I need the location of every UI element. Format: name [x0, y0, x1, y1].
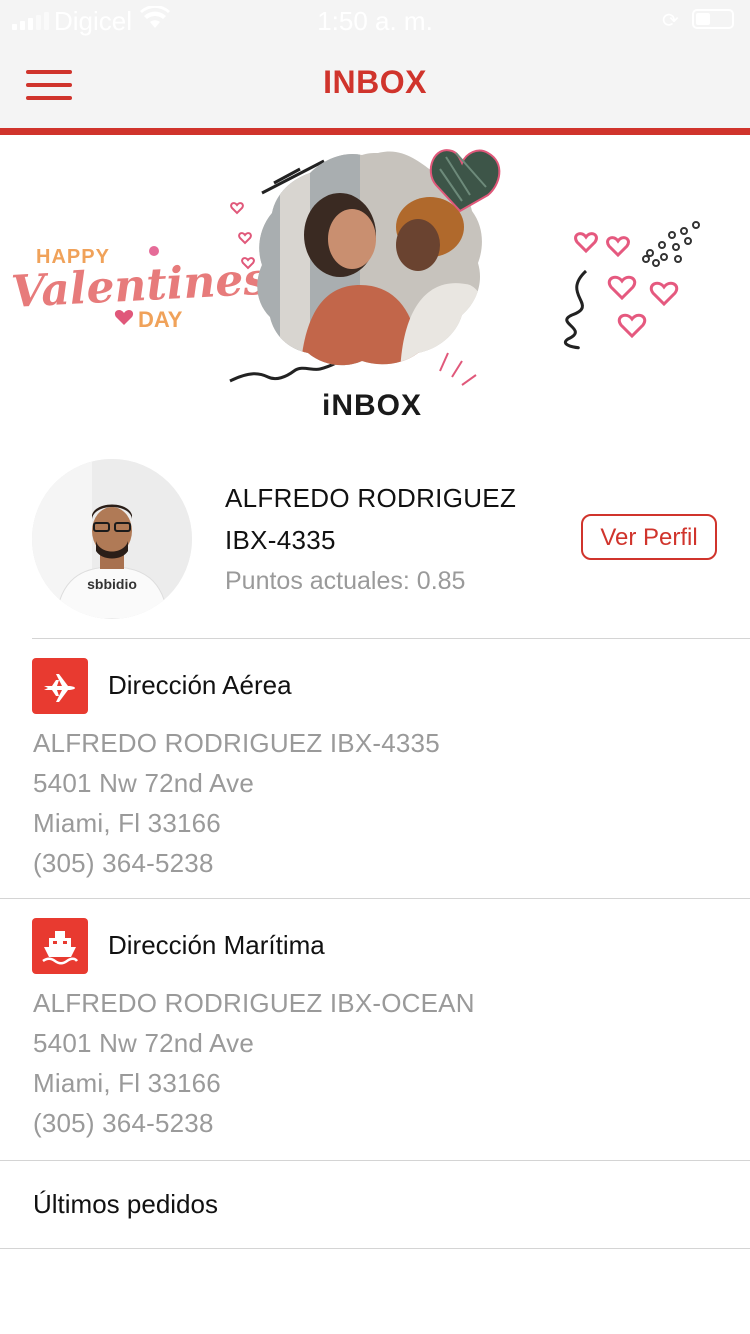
sea-address-line: ALFREDO RODRIGUEZ IBX-OCEAN [33, 988, 475, 1018]
sea-address-section: Dirección Marítima ALFREDO RODRIGUEZ IBX… [0, 918, 750, 1161]
hamburger-menu-icon[interactable] [26, 70, 74, 100]
svg-text:sbbidio: sbbidio [87, 576, 137, 592]
battery-icon [692, 9, 734, 29]
air-address-line: Miami, Fl 33166 [33, 808, 221, 838]
air-address-line: 5401 Nw 72nd Ave [33, 768, 255, 798]
navigation-bar: INBOX [0, 40, 750, 135]
clock: 1:50 a. m. [317, 6, 433, 36]
sea-address-title: Dirección Marítima [108, 930, 325, 960]
divider [32, 638, 750, 639]
ship-icon [32, 918, 88, 974]
ultimos-pedidos-row[interactable]: Últimos pedidos [0, 1161, 750, 1249]
happy-valentines-day-lettering: HAPPY Valentines DAY [10, 246, 269, 332]
orientation-lock-icon: ⟳ [662, 10, 679, 32]
page-title: INBOX [323, 64, 427, 100]
profile-name: ALFREDO RODRIGUEZ [225, 483, 517, 513]
status-bar: Digicel 1:50 a. m. ⟳ [0, 0, 750, 40]
heart-doodles-right [574, 232, 679, 339]
profile-code: IBX-4335 [225, 525, 336, 555]
svg-text:DAY: DAY [138, 307, 183, 332]
sea-address-line: (305) 364-5238 [33, 1108, 214, 1138]
ver-perfil-button[interactable]: Ver Perfil [581, 514, 717, 560]
air-address-section: Dirección Aérea ALFREDO RODRIGUEZ IBX-43… [0, 658, 750, 899]
sea-address-line: Miami, Fl 33166 [33, 1068, 221, 1098]
ultimos-pedidos-label: Últimos pedidos [33, 1189, 218, 1219]
airplane-icon [32, 658, 88, 714]
profile-section: sbbidio ALFREDO RODRIGUEZ IBX-4335 Punto… [0, 455, 750, 625]
valentines-banner: HAPPY Valentines DAY iNBOX [0, 135, 750, 435]
air-address-title: Dirección Aérea [108, 670, 292, 700]
dots-decoration [642, 221, 700, 267]
air-address-line: ALFREDO RODRIGUEZ IBX-4335 [33, 728, 440, 758]
air-address-line: (305) 364-5238 [33, 848, 214, 878]
profile-points: Puntos actuales: 0.85 [225, 567, 466, 595]
inbox-logo: iNBOX [322, 389, 422, 422]
avatar: sbbidio [32, 459, 192, 619]
sea-address-line: 5401 Nw 72nd Ave [33, 1028, 255, 1058]
